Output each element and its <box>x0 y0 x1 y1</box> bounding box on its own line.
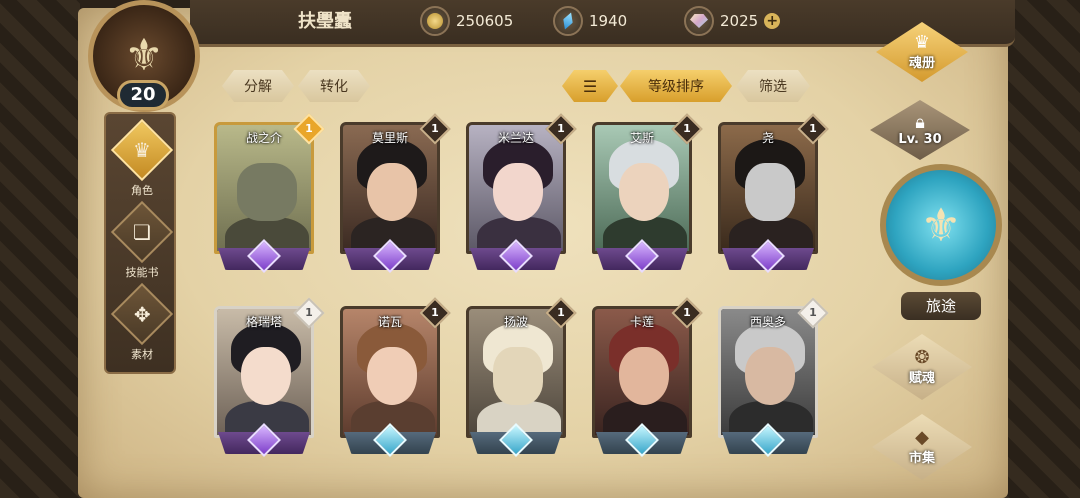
decompose-button[interactable]: 分解 <box>222 70 294 102</box>
skill-book-icon: ❏ <box>110 200 174 264</box>
journey-label: 旅途 <box>901 292 981 320</box>
hero-card[interactable]: 西奥多 1 <box>718 297 829 457</box>
hero-card[interactable]: 莫里斯 1 <box>340 113 451 273</box>
filter-button[interactable]: 筛选 <box>736 70 810 102</box>
card-frame: 扬波 <box>466 306 566 438</box>
gem-currency: 2025 + <box>684 6 781 36</box>
hero-card[interactable]: 米兰达 1 <box>466 113 577 273</box>
hero-card[interactable]: 扬波 1 <box>466 297 577 457</box>
player-level: 20 <box>117 80 169 110</box>
crystal-market-icon: ◆ <box>915 426 929 448</box>
hero-card[interactable]: 战之介 1 <box>214 113 325 273</box>
sort-toggle-button[interactable]: ☰ <box>562 70 618 102</box>
crest-icon: ⚜ <box>124 30 164 81</box>
sort-by-level-button[interactable]: 等级排序 <box>620 70 732 102</box>
gold-amount: 250605 <box>456 12 514 30</box>
card-frame: 战之介 <box>214 122 314 254</box>
card-frame: 尧 <box>718 122 818 254</box>
gem-amount: 2025 <box>720 12 759 30</box>
nav-item-material[interactable]: ✥ 素材 <box>106 282 178 366</box>
crystal-amount: 1940 <box>589 12 628 30</box>
card-frame: 西奥多 <box>718 306 818 438</box>
gold-coin-icon <box>420 6 450 36</box>
journey-button[interactable]: ⚜ 旅途 <box>880 164 1002 322</box>
material-icon: ✥ <box>110 282 174 346</box>
left-background <box>0 0 80 498</box>
trident-icon: ⚜ <box>920 198 962 252</box>
nav-item-skill-book[interactable]: ❏ 技能书 <box>106 200 178 284</box>
character-icon: ♛ <box>110 118 174 182</box>
hero-card[interactable]: 尧 1 <box>718 113 829 273</box>
card-frame: 米兰达 <box>466 122 566 254</box>
soul-book-icon: ♛ <box>913 31 931 53</box>
hero-card[interactable]: 诺瓦 1 <box>340 297 451 457</box>
lock-icon: 🔒︎ <box>915 111 925 133</box>
add-gem-button[interactable]: + <box>764 13 781 29</box>
hero-card[interactable]: 格瑞塔 1 <box>214 297 325 457</box>
gold-currency: 250605 <box>420 6 513 36</box>
nav-item-label: 技能书 <box>125 266 159 279</box>
swirl-icon: ❂ <box>914 346 930 368</box>
card-frame: 诺瓦 <box>340 306 440 438</box>
hero-card[interactable]: 艾斯 1 <box>592 113 703 273</box>
card-frame: 莫里斯 <box>340 122 440 254</box>
card-frame: 卡莲 <box>592 306 692 438</box>
hero-card[interactable]: 卡莲 1 <box>592 297 703 457</box>
journey-disc: ⚜ <box>880 164 1002 286</box>
nav-item-label: 素材 <box>131 348 153 361</box>
nav-item-label: 角色 <box>131 184 153 197</box>
nav-item-character[interactable]: ♛ 角色 <box>106 118 178 202</box>
side-nav: ♛ 角色 ❏ 技能书 ✥ 素材 <box>104 112 176 374</box>
card-frame: 艾斯 <box>592 122 692 254</box>
card-frame: 格瑞塔 <box>214 306 314 438</box>
blue-crystal-icon <box>553 6 583 36</box>
page-title: 扶璺蠹 <box>298 11 352 32</box>
convert-button[interactable]: 转化 <box>298 70 370 102</box>
gem-icon <box>684 6 714 36</box>
crystal-currency: 1940 <box>553 6 627 36</box>
sort-icon: ☰ <box>582 76 598 96</box>
